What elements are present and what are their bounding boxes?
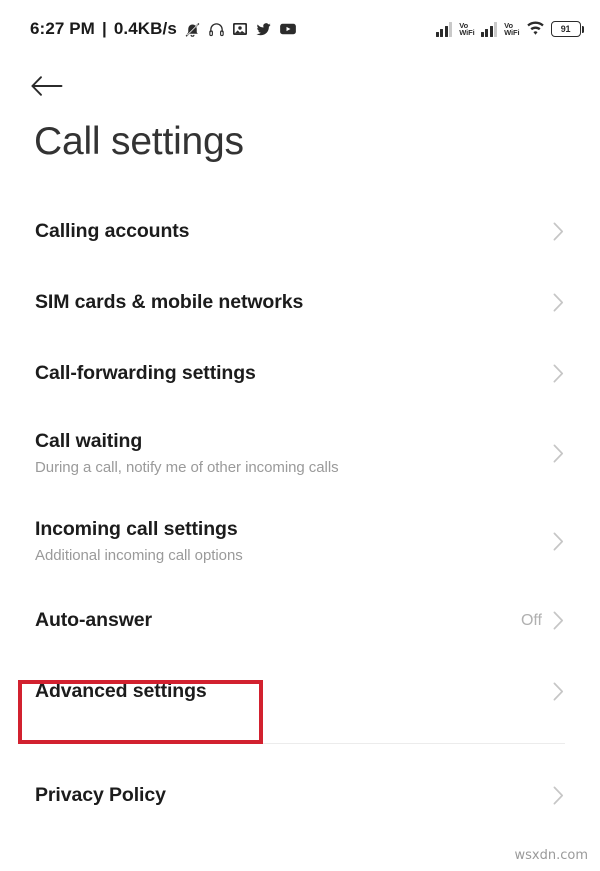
battery-cap	[581, 25, 584, 33]
screenshot-icon	[232, 21, 248, 37]
twitter-icon	[255, 21, 272, 38]
settings-list: Calling accounts SIM cards & mobile netw…	[0, 196, 600, 831]
chevron-right-icon	[553, 364, 564, 383]
section-divider	[35, 743, 565, 744]
list-item-text: Privacy Policy	[35, 783, 166, 807]
list-item-sim-cards-mobile-networks[interactable]: SIM cards & mobile networks	[0, 267, 600, 338]
back-arrow-icon	[30, 73, 64, 104]
watermark: wsxdn.com	[514, 848, 589, 863]
chevron-right-icon	[553, 532, 564, 551]
status-time: 6:27 PM	[30, 19, 95, 38]
list-item-right	[553, 293, 564, 312]
signal-bars-sim1	[435, 21, 453, 37]
wifi-label-sim2: WiFi	[504, 28, 520, 37]
volte-wifi-label-sim2: Vo WiFi	[504, 21, 520, 37]
list-item-subtitle: Additional incoming call options	[35, 546, 243, 564]
list-item-text: SIM cards & mobile networks	[35, 290, 303, 314]
list-item-title: Advanced settings	[35, 680, 207, 703]
list-item-right	[553, 364, 564, 383]
status-separator: |	[101, 19, 107, 38]
bell-muted-icon	[184, 21, 201, 38]
volte-wifi-label-sim1: Vo WiFi	[459, 21, 475, 37]
list-item-right	[553, 532, 564, 551]
list-item-text: Call waiting During a call, notify me of…	[35, 429, 339, 476]
chevron-right-icon	[553, 444, 564, 463]
battery-icon: 91	[550, 21, 584, 37]
chevron-right-icon	[553, 611, 564, 630]
list-item-text: Advanced settings	[35, 679, 207, 703]
list-item-incoming-call-settings[interactable]: Incoming call settings Additional incomi…	[0, 497, 600, 585]
chevron-right-icon	[553, 786, 564, 805]
list-item-call-forwarding-settings[interactable]: Call-forwarding settings	[0, 338, 600, 409]
wifi-label-sim1: WiFi	[459, 28, 475, 37]
list-item-right	[553, 682, 564, 701]
chevron-right-icon	[553, 222, 564, 241]
wifi-icon	[526, 21, 545, 37]
list-item-text: Incoming call settings Additional incomi…	[35, 517, 243, 564]
list-item-right	[553, 786, 564, 805]
list-item-title: Incoming call settings	[35, 518, 238, 541]
list-item-calling-accounts[interactable]: Calling accounts	[0, 196, 600, 267]
auto-answer-value: Off	[520, 611, 542, 629]
status-bar: 6:27 PM | 0.4KB/s Vo WiFi Vo WiFi 91	[0, 0, 600, 58]
headphones-icon	[208, 21, 225, 38]
list-item-title: Call waiting	[35, 430, 143, 453]
list-item-text: Calling accounts	[35, 219, 190, 243]
list-item-title: Calling accounts	[35, 220, 190, 243]
status-bar-left: 6:27 PM | 0.4KB/s	[30, 19, 297, 39]
list-item-auto-answer[interactable]: Auto-answer Off	[0, 585, 600, 656]
list-item-text: Auto-answer	[35, 608, 152, 632]
list-item-privacy-policy[interactable]: Privacy Policy	[0, 760, 600, 831]
signal-bars-sim2	[480, 21, 498, 37]
status-bar-right: Vo WiFi Vo WiFi 91	[435, 21, 584, 37]
list-item-subtitle: During a call, notify me of other incomi…	[35, 458, 339, 476]
list-item-title: Call-forwarding settings	[35, 362, 256, 385]
chevron-right-icon	[553, 293, 564, 312]
youtube-icon	[279, 20, 297, 38]
list-item-text: Call-forwarding settings	[35, 361, 256, 385]
network-speed: 0.4KB/s	[113, 19, 177, 38]
page-title: Call settings	[34, 120, 244, 163]
list-item-call-waiting[interactable]: Call waiting During a call, notify me of…	[0, 409, 600, 497]
back-button[interactable]	[30, 68, 76, 108]
list-item-right	[553, 222, 564, 241]
list-item-advanced-settings[interactable]: Advanced settings	[0, 656, 600, 727]
list-item-title: Auto-answer	[35, 609, 152, 632]
list-item-right	[553, 444, 564, 463]
battery-level-text: 91	[550, 21, 581, 37]
list-item-right: Off	[521, 611, 564, 630]
list-item-title: SIM cards & mobile networks	[35, 291, 304, 314]
list-item-title: Privacy Policy	[35, 784, 166, 807]
chevron-right-icon	[553, 682, 564, 701]
